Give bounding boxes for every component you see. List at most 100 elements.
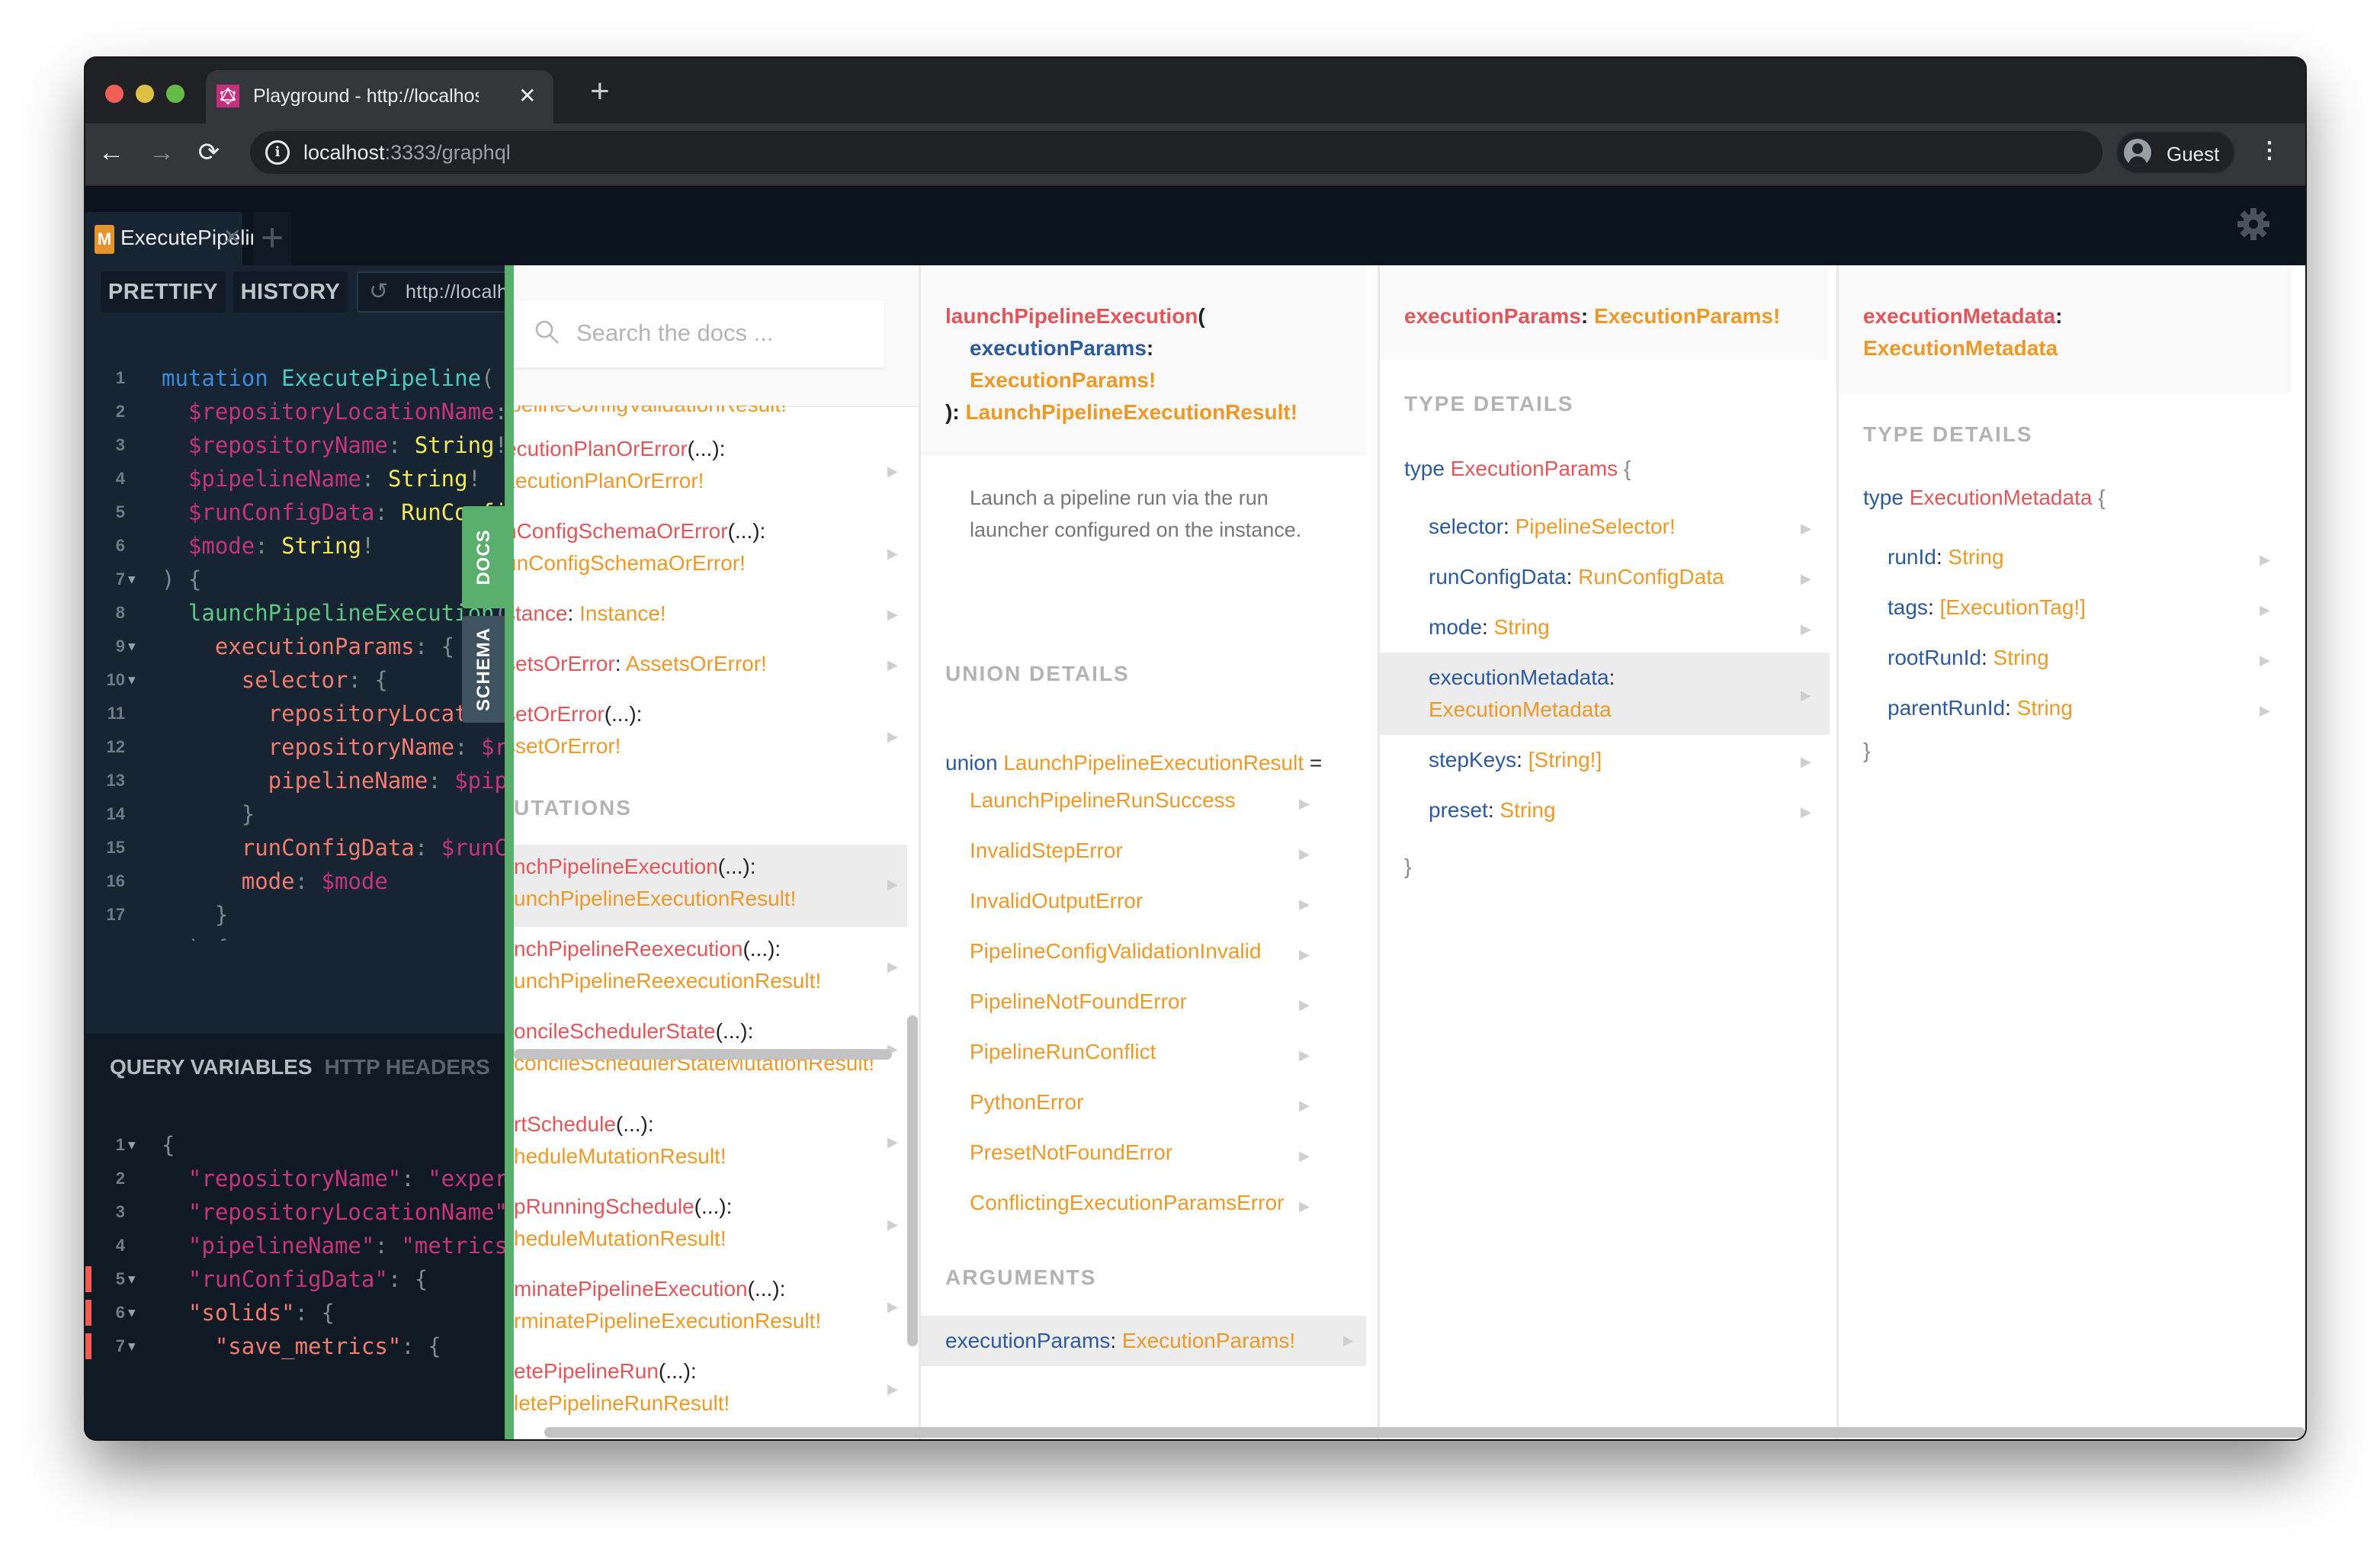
type-field[interactable]: tags: [ExecutionTag!] <box>1888 592 2086 624</box>
minimize-window-button[interactable] <box>136 85 154 103</box>
expand-arrow-icon[interactable]: ▶ <box>887 1381 898 1397</box>
type-field[interactable]: stepKeys: [String!] <box>1429 744 1602 776</box>
expand-arrow-icon[interactable]: ▶ <box>1299 1148 1310 1164</box>
fold-arrow-icon[interactable]: ▼ <box>128 1262 136 1296</box>
session-tab-executepipeline[interactable]: M ExecutePipeline ✕ <box>85 212 274 265</box>
expand-arrow-icon[interactable]: ▶ <box>1299 796 1310 812</box>
type-field[interactable]: rootRunId: String <box>1888 642 2049 674</box>
docs-search-input[interactable] <box>575 319 868 348</box>
union-member-link[interactable]: PipelineConfigValidationInvalid <box>970 939 1261 964</box>
new-tab-button[interactable]: + <box>590 75 610 108</box>
docs-panel-resize-handle[interactable] <box>505 265 514 1439</box>
arg-type[interactable]: ExecutionParams! <box>970 368 1156 392</box>
root-field-item[interactable]: nConfigSchemaOrError(...): unConfigSchema… <box>514 515 901 589</box>
profile-button[interactable]: Guest <box>2116 131 2235 174</box>
field-type[interactable]: RunConfigData <box>1578 565 1724 589</box>
fold-arrow-icon[interactable]: ▼ <box>128 1128 136 1162</box>
fold-arrow-icon[interactable]: ▼ <box>128 1329 136 1363</box>
expand-arrow-icon[interactable]: ▶ <box>1299 1198 1310 1214</box>
expand-arrow-icon[interactable]: ▶ <box>1801 571 1811 587</box>
expand-arrow-icon[interactable]: ▶ <box>1299 896 1310 913</box>
fold-arrow-icon[interactable]: ▼ <box>128 630 136 663</box>
mutation-item[interactable]: minatePipelineExecution(...): rminatePipe… <box>514 1267 907 1349</box>
expand-arrow-icon[interactable]: ▶ <box>1299 846 1310 862</box>
argument-type[interactable]: ExecutionParams! <box>1122 1329 1295 1352</box>
mutation-item[interactable]: pRunningSchedule(...): heduleMutationResu… <box>514 1185 907 1267</box>
close-session-icon[interactable]: ✕ <box>223 224 242 251</box>
fold-arrow-icon[interactable]: ▼ <box>128 932 136 941</box>
type-field[interactable]: mode: String <box>1429 611 1550 643</box>
expand-arrow-icon[interactable]: ▶ <box>887 1299 898 1315</box>
tab-query-variables[interactable]: QUERY VARIABLES <box>110 1055 313 1079</box>
expand-arrow-icon[interactable]: ▶ <box>1299 1047 1310 1063</box>
expand-arrow-icon[interactable]: ▶ <box>2260 552 2270 568</box>
docs-horizontal-scrollbar[interactable] <box>544 1427 2305 1438</box>
type-field[interactable]: parentRunId: String <box>1888 692 2073 724</box>
add-session-button[interactable]: + <box>253 212 291 265</box>
union-member-link[interactable]: InvalidOutputError <box>970 889 1143 913</box>
expand-arrow-icon[interactable]: ▶ <box>2260 602 2270 618</box>
expand-arrow-icon[interactable]: ▶ <box>887 959 898 975</box>
history-button[interactable]: HISTORY <box>233 271 348 313</box>
expand-arrow-icon[interactable]: ▶ <box>1801 804 1811 820</box>
union-member-link[interactable]: PythonError <box>970 1090 1083 1115</box>
fold-arrow-icon[interactable]: ▼ <box>128 1296 136 1329</box>
docs-vertical-scrollbar[interactable] <box>907 1015 918 1346</box>
mutation-item[interactable]: rtSchedule(...): heduleMutationResult! <box>514 1102 907 1185</box>
expand-arrow-icon[interactable]: ▶ <box>1801 521 1811 537</box>
variables-editor[interactable]: 1▼{2 "repositoryName": "experimental_rep… <box>85 1128 505 1433</box>
root-field-item[interactable]: setOrError(...): ssetOrError! <box>514 698 901 771</box>
field-type[interactable]: String <box>1494 615 1550 639</box>
field-type[interactable]: [ExecutionTag!] <box>1940 595 2086 619</box>
expand-arrow-icon[interactable]: ▶ <box>2260 703 2270 719</box>
union-member-link[interactable]: LaunchPipelineRunSuccess <box>970 788 1236 813</box>
fold-arrow-icon[interactable]: ▼ <box>128 663 136 697</box>
type-field[interactable]: runId: String <box>1888 541 2004 573</box>
query-editor[interactable]: 1 mutation ExecutePipeline(2 $repositoryL… <box>85 361 505 941</box>
type-field[interactable]: runConfigData: RunConfigData <box>1429 561 1724 593</box>
root-field-item[interactable]: stance: Instance! <box>514 598 901 630</box>
expand-arrow-icon[interactable]: ▶ <box>1343 1333 1354 1349</box>
field-type[interactable]: String <box>1993 646 2049 669</box>
field-type[interactable]: PipelineSelector! <box>1516 515 1676 538</box>
tab-schema[interactable]: SCHEMA <box>462 616 506 723</box>
union-member-link[interactable]: InvalidStepError <box>970 839 1123 863</box>
forward-arrow-icon[interactable]: → <box>146 137 177 168</box>
close-tab-icon[interactable]: ✕ <box>518 82 536 110</box>
docs-horizontal-scrollbar[interactable] <box>514 1049 892 1060</box>
reload-schema-icon[interactable]: ↺ <box>369 273 389 311</box>
close-window-button[interactable] <box>105 85 123 103</box>
expand-arrow-icon[interactable]: ▶ <box>2260 653 2270 669</box>
root-field-item[interactable]: ipelineConfigValidationResult! <box>514 406 901 421</box>
expand-arrow-icon[interactable]: ▶ <box>1801 621 1811 637</box>
tab-docs[interactable]: DOCS <box>462 506 506 608</box>
expand-arrow-icon[interactable]: ▶ <box>1801 688 1811 704</box>
expand-arrow-icon[interactable]: ▶ <box>1801 754 1811 770</box>
root-field-item[interactable]: setsOrError: AssetsOrError! <box>514 648 901 680</box>
union-member-link[interactable]: PipelineRunConflict <box>970 1040 1156 1064</box>
union-member-link[interactable]: ConflictingExecutionParamsError <box>970 1191 1284 1215</box>
mutation-item[interactable]: nchPipelineExecution(...): unchPipelineEx… <box>514 845 907 927</box>
mutation-item[interactable]: etePipelineRun(...): letePipelineRunResul… <box>514 1349 907 1432</box>
field-type[interactable]: String <box>1948 545 2003 569</box>
fold-arrow-icon[interactable]: ▼ <box>128 563 136 596</box>
back-arrow-icon[interactable]: ← <box>96 137 127 168</box>
expand-arrow-icon[interactable]: ▶ <box>1299 947 1310 963</box>
field-type[interactable]: ExecutionMetadata <box>1429 698 1612 721</box>
mutation-item[interactable]: nchPipelineReexecution(...): unchPipeline… <box>514 927 907 1009</box>
url-text[interactable]: localhost:3333/graphql <box>303 141 511 165</box>
type-field[interactable]: selector: PipelineSelector! <box>1429 511 1676 543</box>
union-member-link[interactable]: PresetNotFoundError <box>970 1140 1172 1165</box>
field-type[interactable]: [String!] <box>1528 748 1602 771</box>
expand-arrow-icon[interactable]: ▶ <box>1299 997 1310 1013</box>
browser-menu-icon[interactable]: ⋮ <box>2258 136 2281 166</box>
reload-icon[interactable]: ⟳ <box>194 137 224 168</box>
field-type[interactable]: String <box>2017 696 2073 720</box>
union-member-link[interactable]: PipelineNotFoundError <box>970 990 1187 1014</box>
docs-search-box[interactable] <box>514 300 884 367</box>
prettify-button[interactable]: PRETTIFY <box>101 271 226 313</box>
info-icon[interactable]: i <box>265 140 290 165</box>
address-bar[interactable]: i localhost:3333/graphql <box>250 131 2103 174</box>
expand-arrow-icon[interactable]: ▶ <box>887 1217 898 1233</box>
return-type[interactable]: LaunchPipelineExecutionResult! <box>965 400 1297 424</box>
